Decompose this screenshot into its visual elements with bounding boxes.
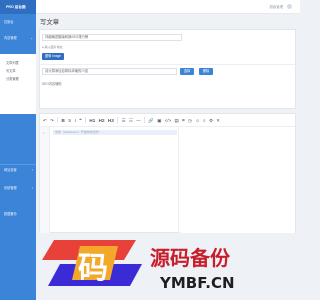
quote-icon[interactable]: ❝ [79,114,81,127]
sidebar-item-label: 数据备份 [4,212,17,216]
watermark-logo: 码 源码备份 YMBF.CN [42,240,235,292]
title-input[interactable]: 详细阐述模版转换SEO排行榜 [42,34,182,41]
sidebar-item-dashboard[interactable]: 控制台 [0,18,36,27]
seo-helper-text: SEO内容辅助 [42,82,62,86]
select-button[interactable]: 选择 [180,68,194,75]
summary-input[interactable]: 请计算添加自带标本输的介绍 [42,68,177,75]
sidebar-item-label: 系统管理 [4,186,17,190]
chevron-right-icon: › [31,186,33,190]
sidebar-item-backup[interactable]: 数据备份 [0,210,36,219]
undo-icon[interactable]: ↶ [43,114,47,127]
top-right-area: 超级管理 [269,4,292,9]
code-block-icon[interactable]: ▤ [175,114,179,127]
bold-icon[interactable]: B [62,114,65,127]
sidebar-item-label: 网站设置 [4,168,17,172]
sidebar-item-label: 内容管理 [4,36,17,40]
fullscreen-icon[interactable]: ✕ [216,114,220,127]
sidebar-divider [0,164,36,165]
brand-logo[interactable]: PRO 后台面 [0,0,36,14]
sidebar-subitem-write[interactable]: 写文章 [6,68,16,73]
line-number: 1 [43,131,45,135]
markdown-editor: ↶ ↷ B S I ❝ H1 H2 H3 ☰ ☷ — 🔗 ▣ </> ▤ ⌗ ◷… [39,113,296,233]
heading3-icon[interactable]: H3 [108,114,114,127]
chevron-right-icon: › [31,168,33,172]
sidebar: 控制台 内容管理 ⌄ 文章列表 写文章 分类管理 网站设置 › 系统管理 › 数… [0,14,36,300]
gear-icon[interactable]: ⚙ [209,114,213,127]
avatar[interactable] [287,4,292,9]
app-window: PRO 后台面 超级管理 控制台 内容管理 ⌄ 文章列表 写文章 分类管理 网站… [0,0,300,300]
strikethrough-icon[interactable]: S [68,114,71,127]
sidebar-item-content[interactable]: 内容管理 ⌄ [0,34,36,43]
toolbar-separator [57,117,59,123]
emoji-icon[interactable]: ☺ [195,114,199,127]
sidebar-submenu: 文章列表 写文章 分类管理 [0,54,36,114]
delete-button[interactable]: 删除 [199,68,213,75]
user-name[interactable]: 超级管理 [269,4,283,9]
page-title: 写文章 [40,19,60,26]
watermark-cn-text: 源码备份 [150,246,231,270]
image-icon[interactable]: ▣ [157,114,161,127]
code-icon[interactable]: </> [165,114,171,127]
logo-glyph: 码 [78,251,108,286]
italic-icon[interactable]: I [75,114,76,127]
sidebar-item-system[interactable]: 系统管理 › [0,184,36,193]
top-bar: PRO 后台面 超级管理 [0,0,300,14]
sidebar-subitem-category[interactable]: 分类管理 [6,76,19,81]
line-number-gutter: 1 [40,127,50,233]
editor-placeholder: 请你（Markdown）开始你的创作…… [53,130,177,135]
sidebar-item-label: 控制台 [4,20,14,24]
toolbar-separator [84,117,86,123]
toolbar-separator [117,117,119,123]
redo-icon[interactable]: ↷ [50,114,54,127]
upload-label: ● 输入图片地址 [42,45,63,49]
watermark-en-text: YMBF.CN [159,274,235,292]
upload-image-button[interactable]: 图像 Image [42,53,64,60]
markdown-preview [180,127,295,233]
heading1-icon[interactable]: H1 [89,114,95,127]
unordered-list-icon[interactable]: ☰ [122,114,126,127]
form-divider [40,64,295,65]
link-icon[interactable]: 🔗 [148,114,153,127]
sidebar-subitem-list[interactable]: 文章列表 [6,60,19,65]
markdown-input-area[interactable]: 请你（Markdown）开始你的创作…… [51,127,179,233]
sidebar-item-settings[interactable]: 网站设置 › [0,166,36,175]
horizontal-rule-icon[interactable]: — [136,114,140,127]
table-icon[interactable]: ⌗ [182,114,184,127]
search-icon[interactable]: ⌕ [203,114,205,127]
heading2-icon[interactable]: H2 [99,114,105,127]
datetime-icon[interactable]: ◷ [188,114,192,127]
chevron-down-icon: ⌄ [30,36,33,40]
toolbar-separator [144,117,145,123]
ordered-list-icon[interactable]: ☷ [129,114,133,127]
editor-toolbar: ↶ ↷ B S I ❝ H1 H2 H3 ☰ ☷ — 🔗 ▣ </> ▤ ⌗ ◷… [40,114,295,127]
